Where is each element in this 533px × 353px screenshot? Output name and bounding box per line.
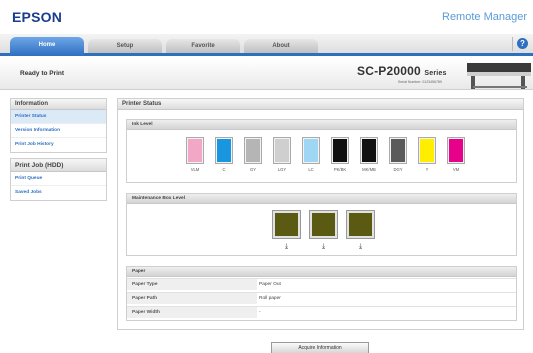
ink-label: VM	[452, 167, 460, 172]
paper-width-row: Paper Width -	[127, 306, 516, 318]
ink-cartridge: GY	[244, 137, 262, 172]
ink-level-heading: Ink Level	[127, 120, 516, 130]
ink-level-gauge	[215, 137, 233, 164]
ink-level-gauge	[186, 137, 204, 164]
ink-label: Y	[425, 167, 429, 172]
model-suffix: Series	[424, 70, 447, 77]
ink-label: DGY	[393, 167, 403, 172]
sidebar-item-print-job-history[interactable]: Print Job History	[11, 138, 106, 152]
acquire-information-button[interactable]: Acquire Information	[271, 342, 369, 353]
maintenance-heading: Maintenance Box Level	[127, 194, 516, 204]
ink-label: VLM	[190, 167, 200, 172]
paper-path-label: Paper Path	[127, 293, 257, 304]
ink-cartridge: LGY	[273, 137, 291, 172]
printer-status-panel: Printer Status Ink Level VLM C GY LGY LC PK/B…	[117, 98, 524, 330]
ink-level-gauge	[273, 137, 291, 164]
app-title: Remote Manager	[442, 11, 527, 23]
printer-state: Ready to Print	[20, 70, 65, 77]
sidebar-item-print-queue[interactable]: Print Queue	[11, 172, 106, 186]
ink-level-gauge	[331, 137, 349, 164]
paper-width-label: Paper Width	[127, 307, 257, 318]
ink-level-fill	[217, 139, 231, 162]
paper-type-row: Paper Type Paper Out	[127, 278, 516, 290]
paper-path-row: Paper Path Roll paper	[127, 292, 516, 304]
ink-level-fill	[246, 139, 260, 162]
printer-status-heading: Printer Status	[118, 99, 523, 110]
ink-level-fill	[362, 139, 376, 162]
epson-logo: EPSON	[12, 9, 63, 25]
ink-level-fill	[420, 139, 434, 162]
maintenance-box-gauge	[272, 210, 301, 239]
ink-level-fill	[391, 139, 405, 162]
ink-level-gauge	[244, 137, 262, 164]
ink-level-gauge	[418, 137, 436, 164]
maintenance-section: Maintenance Box Level ⤓ ⤓ ⤓	[126, 193, 517, 256]
ink-cartridge: LC	[302, 137, 320, 172]
print-job-panel: Print Job (HDD) Print Queue Saved Jobs	[10, 158, 107, 201]
ink-level-gauge	[389, 137, 407, 164]
sidebar-item-saved-jobs[interactable]: Saved Jobs	[11, 186, 106, 200]
paper-type-label: Paper Type	[127, 279, 257, 290]
maintenance-box-gauge	[346, 210, 375, 239]
ink-label: GY	[249, 167, 257, 172]
sidebar-item-printer-status[interactable]: Printer Status	[11, 110, 106, 124]
paper-width-value: -	[259, 310, 261, 315]
ink-label: C	[222, 167, 226, 172]
tab-favorite[interactable]: Favorite	[166, 39, 240, 53]
ink-cartridge: Y	[418, 137, 436, 172]
ink-level-section: Ink Level VLM C GY LGY LC PK/BK MK/MB DGY Y VM	[126, 119, 517, 183]
tab-about[interactable]: About	[244, 39, 318, 53]
ink-level-fill	[304, 139, 318, 162]
ink-level-fill	[333, 139, 347, 162]
printer-icon	[467, 63, 531, 89]
paper-path-value: Roll paper	[259, 296, 281, 301]
ink-cartridge: VM	[447, 137, 465, 172]
download-arrow-icon: ⤓	[321, 243, 326, 250]
ink-level-fill	[275, 139, 289, 162]
paper-type-value: Paper Out	[259, 282, 281, 287]
ink-label: PK/BK	[333, 167, 347, 172]
download-arrow-icon: ⤓	[284, 243, 289, 250]
ink-cartridge: C	[215, 137, 233, 172]
ink-level-gauge	[302, 137, 320, 164]
sidebar: Information Printer Status Version Infor…	[10, 98, 107, 206]
status-bar: Ready to Print SC-P20000 Series Serial N…	[0, 59, 533, 90]
sidebar-item-version-information[interactable]: Version Information	[11, 124, 106, 138]
ink-level-fill	[449, 139, 463, 162]
ink-label: MK/MB	[362, 167, 376, 172]
tab-setup[interactable]: Setup	[88, 39, 162, 53]
maintenance-level-fill	[349, 213, 372, 236]
tab-bar: Home Setup Favorite About ?	[0, 34, 533, 56]
information-heading: Information	[11, 99, 106, 110]
maintenance-level-fill	[312, 213, 335, 236]
serial-number: Serial Number: 0123456789	[398, 80, 442, 84]
paper-section: Paper Paper Type Paper Out Paper Path Ro…	[126, 266, 517, 321]
ink-cartridge: MK/MB	[360, 137, 378, 172]
tab-home[interactable]: Home	[10, 37, 84, 56]
information-panel: Information Printer Status Version Infor…	[10, 98, 107, 153]
paper-heading: Paper	[127, 267, 516, 277]
print-job-heading: Print Job (HDD)	[11, 159, 106, 172]
ink-cartridge: VLM	[186, 137, 204, 172]
ink-level-gauge	[447, 137, 465, 164]
ink-cartridge: PK/BK	[331, 137, 349, 172]
printer-model: SC-P20000 Series	[357, 64, 447, 78]
help-icon[interactable]: ?	[517, 38, 528, 49]
maintenance-box-gauge	[309, 210, 338, 239]
ink-level-gauge	[360, 137, 378, 164]
maintenance-level-fill	[275, 213, 298, 236]
ink-label: LGY	[277, 167, 287, 172]
model-name: SC-P20000	[357, 64, 421, 78]
download-arrow-icon: ⤓	[358, 243, 363, 250]
ink-cartridge: DGY	[389, 137, 407, 172]
ink-level-fill	[188, 139, 202, 162]
ink-label: LC	[308, 167, 314, 172]
help-separator	[512, 37, 513, 51]
